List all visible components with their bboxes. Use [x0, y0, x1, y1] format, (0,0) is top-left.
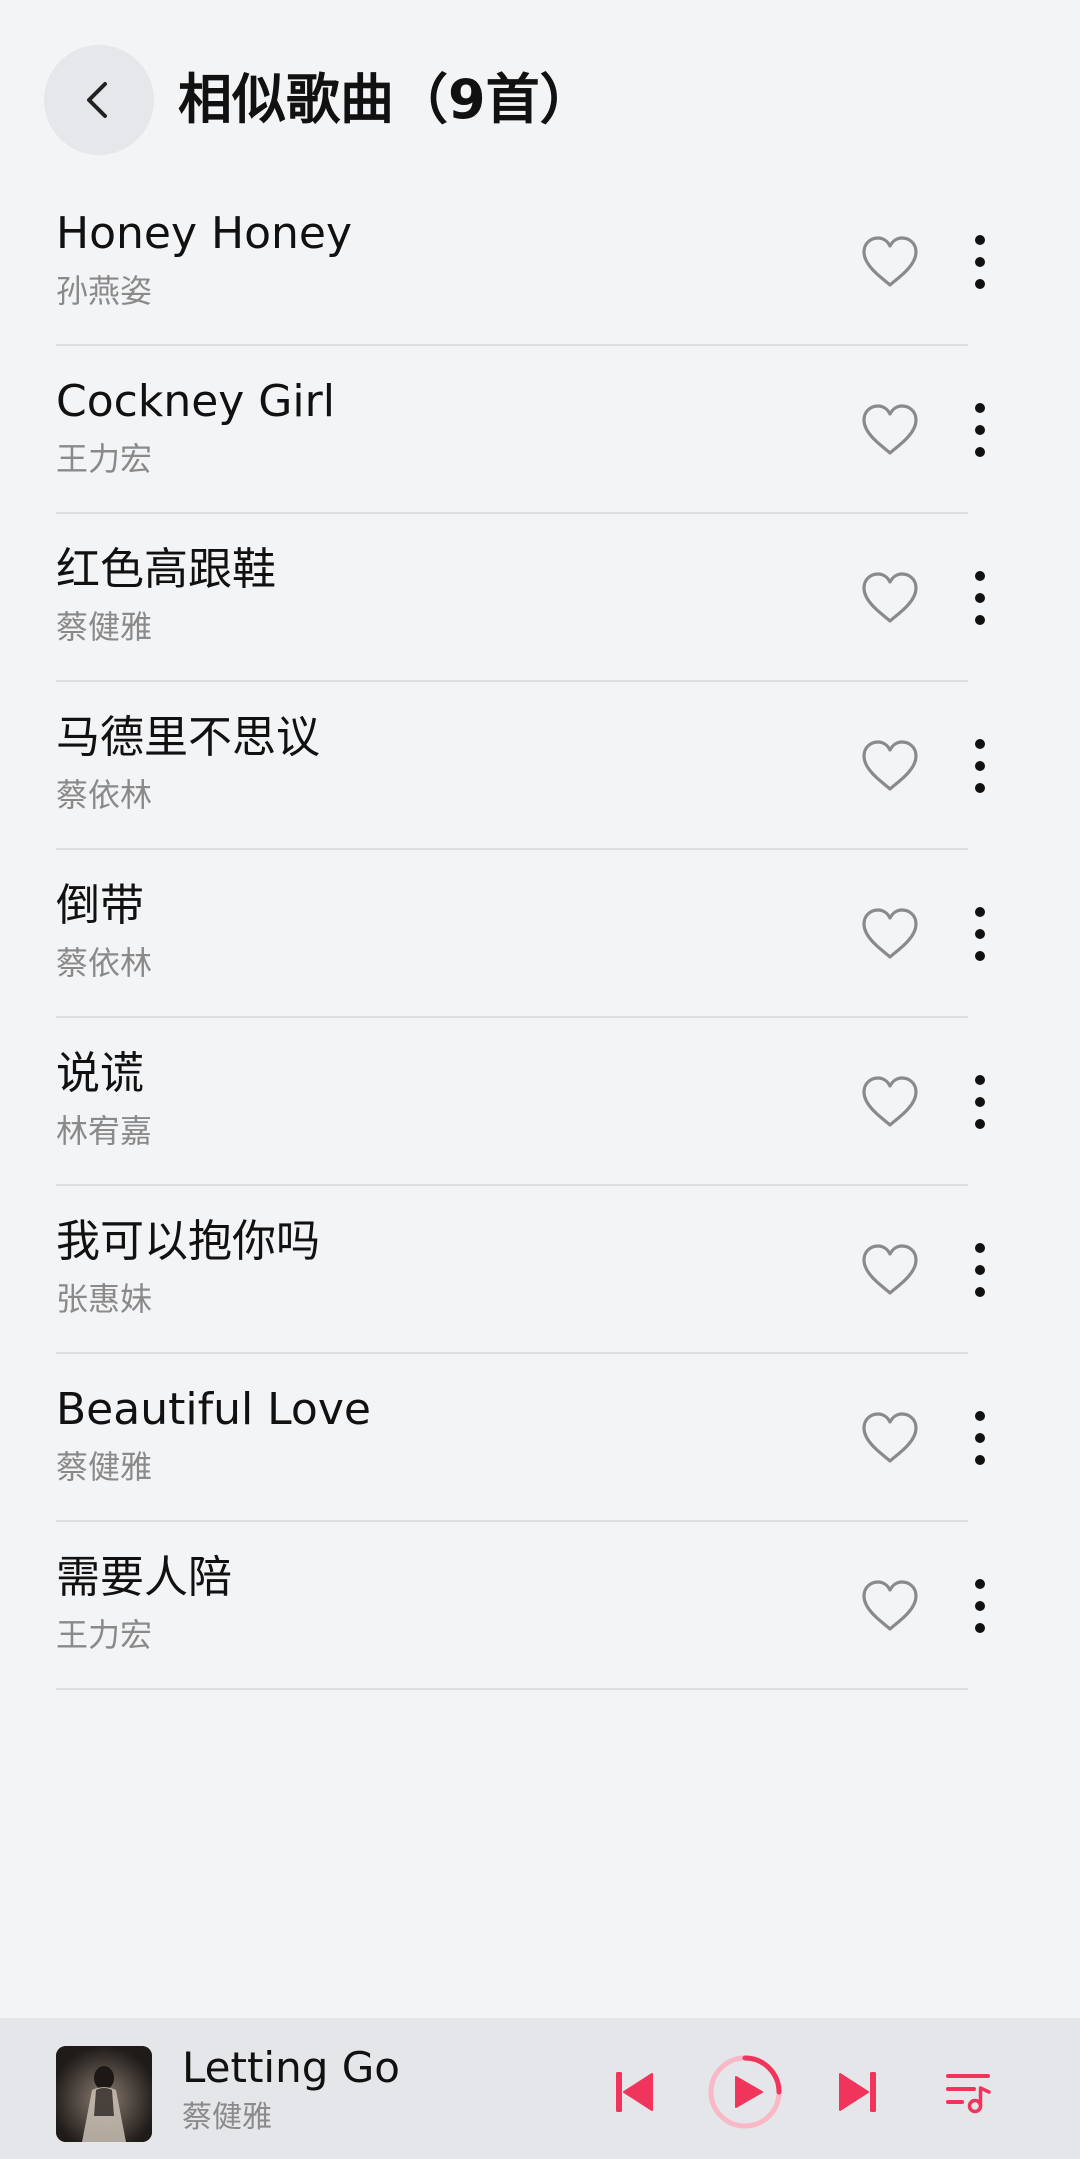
mini-player[interactable]: Letting Go 蔡健雅: [0, 2018, 1080, 2159]
song-title: Beautiful Love: [56, 1384, 371, 1435]
album-art[interactable]: [56, 2046, 152, 2142]
heart-outline-icon: [862, 908, 918, 959]
header: 相似歌曲（9首）: [0, 0, 1080, 190]
heart-outline-icon: [862, 1076, 918, 1127]
song-artist: 蔡依林: [56, 776, 153, 814]
now-playing-title: Letting Go: [182, 2043, 400, 2092]
more-vertical-icon: [975, 235, 985, 289]
favorite-button[interactable]: [858, 1240, 922, 1300]
heart-outline-icon: [862, 404, 918, 455]
play-button[interactable]: [706, 2053, 784, 2131]
more-options-button[interactable]: [960, 732, 1000, 800]
favorite-button[interactable]: [858, 232, 922, 292]
more-vertical-icon: [975, 1411, 985, 1465]
more-options-button[interactable]: [960, 1068, 1000, 1136]
more-vertical-icon: [975, 907, 985, 961]
more-options-button[interactable]: [960, 1236, 1000, 1304]
favorite-button[interactable]: [858, 1408, 922, 1468]
song-row[interactable]: 马德里不思议 蔡依林: [0, 682, 1080, 850]
favorite-button[interactable]: [858, 400, 922, 460]
play-icon: [708, 2055, 782, 2129]
heart-outline-icon: [862, 1412, 918, 1463]
song-artist: 王力宏: [56, 440, 153, 478]
song-title: 我可以抱你吗: [56, 1216, 320, 1267]
song-row[interactable]: 红色高跟鞋 蔡健雅: [0, 514, 1080, 682]
song-title: Honey Honey: [56, 208, 352, 259]
song-row[interactable]: Honey Honey 孙燕姿: [0, 178, 1080, 346]
heart-outline-icon: [862, 1244, 918, 1295]
song-artist: 张惠妹: [56, 1280, 153, 1318]
favorite-button[interactable]: [858, 1576, 922, 1636]
more-options-button[interactable]: [960, 228, 1000, 296]
song-artist: 蔡依林: [56, 944, 153, 982]
more-vertical-icon: [975, 403, 985, 457]
song-row[interactable]: 需要人陪 王力宏: [0, 1522, 1080, 1690]
more-options-button[interactable]: [960, 900, 1000, 968]
chevron-left-icon: [87, 82, 107, 118]
favorite-button[interactable]: [858, 568, 922, 628]
more-options-button[interactable]: [960, 1404, 1000, 1472]
heart-outline-icon: [862, 1580, 918, 1631]
next-button[interactable]: [832, 2062, 884, 2122]
more-vertical-icon: [975, 571, 985, 625]
song-title: 需要人陪: [56, 1552, 232, 1603]
more-options-button[interactable]: [960, 396, 1000, 464]
song-artist: 蔡健雅: [56, 608, 153, 646]
now-playing-artist: 蔡健雅: [182, 2100, 272, 2135]
heart-outline-icon: [862, 740, 918, 791]
song-artist: 蔡健雅: [56, 1448, 153, 1486]
playlist-icon: [946, 2074, 991, 2114]
more-vertical-icon: [975, 739, 985, 793]
song-row[interactable]: Beautiful Love 蔡健雅: [0, 1354, 1080, 1522]
song-row[interactable]: Cockney Girl 王力宏: [0, 346, 1080, 514]
song-title: 红色高跟鞋: [56, 544, 276, 595]
row-divider: [56, 1688, 968, 1690]
more-options-button[interactable]: [960, 564, 1000, 632]
back-button[interactable]: [44, 45, 154, 155]
more-vertical-icon: [975, 1579, 985, 1633]
more-vertical-icon: [975, 1243, 985, 1297]
favorite-button[interactable]: [858, 1072, 922, 1132]
song-artist: 孙燕姿: [56, 272, 153, 310]
song-row[interactable]: 说谎 林宥嘉: [0, 1018, 1080, 1186]
heart-outline-icon: [862, 236, 918, 287]
song-row[interactable]: 我可以抱你吗 张惠妹: [0, 1186, 1080, 1354]
favorite-button[interactable]: [858, 904, 922, 964]
song-title: 说谎: [56, 1048, 144, 1099]
previous-button[interactable]: [608, 2062, 660, 2122]
song-artist: 林宥嘉: [56, 1112, 153, 1150]
song-title: 马德里不思议: [56, 712, 320, 763]
more-options-button[interactable]: [960, 1572, 1000, 1640]
favorite-button[interactable]: [858, 736, 922, 796]
heart-outline-icon: [862, 572, 918, 623]
playlist-button[interactable]: [940, 2062, 996, 2122]
more-vertical-icon: [975, 1075, 985, 1129]
song-title: Cockney Girl: [56, 376, 335, 427]
skip-previous-icon: [616, 2072, 653, 2112]
skip-next-icon: [839, 2072, 876, 2112]
song-row[interactable]: 倒带 蔡依林: [0, 850, 1080, 1018]
page-title: 相似歌曲（9首）: [178, 68, 594, 131]
song-list: Honey Honey 孙燕姿 Cockney Girl 王力宏 红色高跟鞋 蔡…: [0, 178, 1080, 1690]
song-artist: 王力宏: [56, 1616, 153, 1654]
song-title: 倒带: [56, 880, 144, 931]
